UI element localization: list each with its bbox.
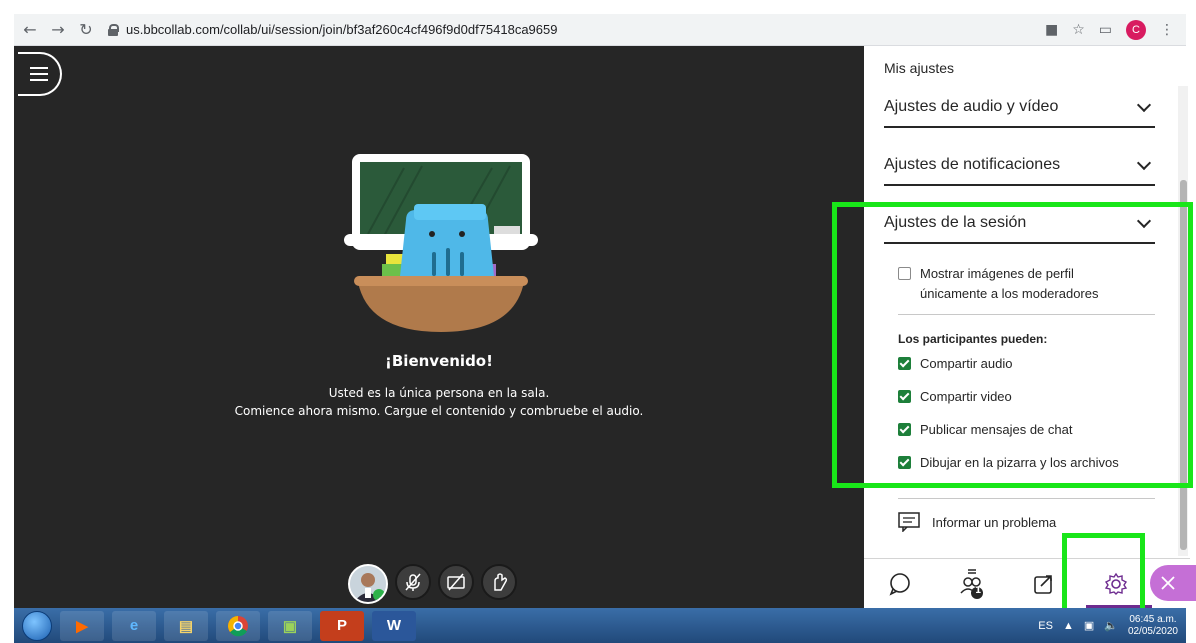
clock-date: 02/05/2020 xyxy=(1127,625,1178,637)
participants-heading: Los participantes pueden: xyxy=(898,332,1048,346)
chevron-down-icon xyxy=(1136,213,1152,229)
checkbox[interactable] xyxy=(898,456,911,469)
address-bar[interactable]: us.bbcollab.com/collab/ui/session/join/b… xyxy=(108,18,988,42)
share-icon xyxy=(1034,575,1052,594)
tab-attendees[interactable]: 1 xyxy=(936,559,1008,609)
report-label: Informar un problema xyxy=(932,514,1057,530)
option-label: Publicar mensajes de chat xyxy=(920,422,1073,437)
network-icon[interactable]: ▣ xyxy=(1084,619,1094,632)
chevron-down-icon xyxy=(1136,97,1152,113)
section-session[interactable]: Ajustes de la sesión xyxy=(884,204,1155,244)
option-post-chat[interactable]: Publicar mensajes de chat xyxy=(898,420,1072,440)
browser-toolbar: ← → ↻ us.bbcollab.com/collab/ui/session/… xyxy=(14,14,1186,46)
media-player-icon[interactable]: ▶ xyxy=(60,610,104,641)
camera-off-icon[interactable] xyxy=(438,564,474,600)
word-icon[interactable]: W xyxy=(372,610,416,641)
close-icon xyxy=(1161,576,1175,590)
feedback-icon xyxy=(898,512,920,532)
section-notifications[interactable]: Ajustes de notificaciones xyxy=(884,146,1155,186)
session-menu-button[interactable] xyxy=(18,52,62,96)
forward-arrow-icon[interactable]: → xyxy=(46,18,70,42)
tab-chat[interactable] xyxy=(864,559,936,609)
system-tray: ES ▲ ▣ 🔈 06:45 a.m. 02/05/2020 xyxy=(1038,614,1186,638)
file-explorer-icon[interactable]: ▤ xyxy=(164,610,208,641)
divider xyxy=(898,314,1155,315)
section-label: Ajustes de audio y vídeo xyxy=(884,98,1059,115)
tab-settings[interactable] xyxy=(1080,559,1152,609)
option-share-audio[interactable]: Compartir audio xyxy=(898,354,1013,374)
raise-hand-icon[interactable] xyxy=(481,564,517,600)
media-controls xyxy=(348,564,517,604)
volume-icon[interactable]: 🔈 xyxy=(1104,619,1118,632)
option-label: Compartir video xyxy=(920,389,1012,404)
show-hidden-icons-icon[interactable]: ▲ xyxy=(1063,620,1074,632)
attendee-count-badge: 1 xyxy=(975,586,982,596)
report-problem-link[interactable]: Informar un problema xyxy=(898,512,1056,532)
chevron-down-icon xyxy=(1136,155,1152,171)
start-button[interactable] xyxy=(22,610,52,641)
option-label-line-2: únicamente a los moderadores xyxy=(920,286,1099,301)
welcome-message-line-1: Usted es la única persona en la sala. xyxy=(328,386,550,400)
gear-icon xyxy=(1104,572,1128,595)
checkbox[interactable] xyxy=(898,390,911,403)
microphone-muted-icon[interactable] xyxy=(395,564,431,600)
clock[interactable]: 06:45 a.m. 02/05/2020 xyxy=(1128,614,1178,638)
chrome-icon[interactable] xyxy=(216,610,260,641)
close-panel-button[interactable] xyxy=(1150,565,1196,601)
checkbox[interactable] xyxy=(898,267,911,280)
option-label: Compartir audio xyxy=(920,356,1013,371)
welcome-message-line-2: Comience ahora mismo. Cargue el contenid… xyxy=(234,404,644,418)
panel-title: Mis ajustes xyxy=(884,60,955,76)
browser-actions: ■ ☆ ▭ C ⋮ xyxy=(1045,19,1186,40)
back-arrow-icon[interactable]: ← xyxy=(18,18,42,42)
chat-icon xyxy=(889,573,910,596)
more-menu-icon[interactable]: ⋮ xyxy=(1160,22,1174,38)
tab-share-content[interactable] xyxy=(1008,559,1080,609)
lock-icon xyxy=(108,23,119,36)
camera-icon[interactable]: ■ xyxy=(1045,22,1058,38)
winrar-icon[interactable]: ▣ xyxy=(268,610,312,641)
checkbox[interactable] xyxy=(898,423,911,436)
settings-panel: Mis ajustes Ajustes de audio y vídeo Aju… xyxy=(864,46,1196,609)
taskbar: ▶ e ▤ ▣ P W ES ▲ ▣ 🔈 06:45 a.m. 02/05/20… xyxy=(14,608,1186,643)
section-audio-video[interactable]: Ajustes de audio y vídeo xyxy=(884,88,1155,128)
clock-time: 06:45 a.m. xyxy=(1129,613,1177,625)
checkbox[interactable] xyxy=(898,357,911,370)
powerpoint-icon[interactable]: P xyxy=(320,610,364,641)
section-label: Ajustes de notificaciones xyxy=(884,156,1061,173)
divider xyxy=(898,498,1155,499)
profile-avatar[interactable]: C xyxy=(1126,19,1146,40)
option-share-video[interactable]: Compartir video xyxy=(898,387,1012,407)
option-label: Mostrar imágenes de perfil únicamente a … xyxy=(920,264,1099,304)
reload-icon[interactable]: ↻ xyxy=(74,18,98,42)
scrollbar-thumb[interactable] xyxy=(1180,180,1187,550)
screen: ← → ↻ us.bbcollab.com/collab/ui/session/… xyxy=(0,0,1196,643)
main-stage: ¡Bienvenido! Usted es la única persona e… xyxy=(14,46,864,608)
option-draw-whiteboard[interactable]: Dibujar en la pizarra y los archivos xyxy=(898,453,1119,473)
section-label: Ajustes de la sesión xyxy=(884,214,1027,231)
panel-tab-bar: 1 xyxy=(864,558,1190,609)
star-icon[interactable]: ☆ xyxy=(1072,22,1085,38)
internet-explorer-icon[interactable]: e xyxy=(112,610,156,641)
welcome-title: ¡Bienvenido! xyxy=(385,352,493,370)
cast-icon[interactable]: ▭ xyxy=(1099,22,1112,38)
url-text: us.bbcollab.com/collab/ui/session/join/b… xyxy=(126,22,558,37)
user-avatar[interactable] xyxy=(348,564,388,604)
option-label: Dibujar en la pizarra y los archivos xyxy=(920,455,1119,470)
option-label-line-1: Mostrar imágenes de perfil xyxy=(920,266,1074,281)
language-indicator[interactable]: ES xyxy=(1038,620,1053,632)
option-profile-pictures[interactable]: Mostrar imágenes de perfil únicamente a … xyxy=(898,264,1099,304)
classroom-illustration xyxy=(344,154,538,332)
